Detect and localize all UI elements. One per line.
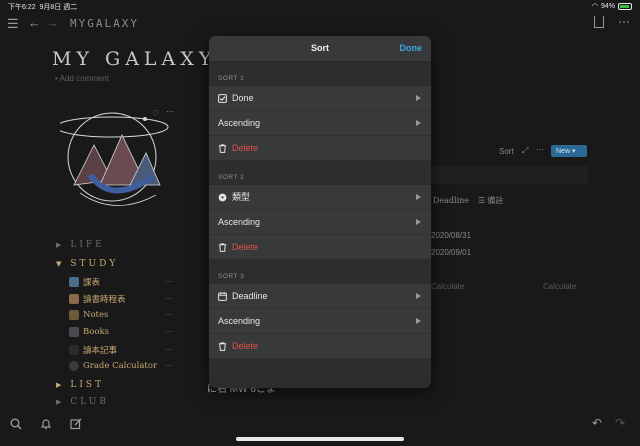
wifi-icon: ◠ xyxy=(591,3,598,10)
nav-item[interactable]: 讀書時程表 ⋯ xyxy=(69,293,174,305)
page-icon xyxy=(69,361,79,371)
sort-section-label: SORT 1 xyxy=(209,72,431,86)
bell-icon[interactable] xyxy=(40,418,52,430)
sort-section-label: SORT 2 xyxy=(209,171,431,185)
chevron-right-icon xyxy=(416,120,421,126)
sort-section-label: SORT 3 xyxy=(209,270,431,284)
undo-icon[interactable]: ↶ xyxy=(592,416,602,430)
chevron-right-icon xyxy=(416,318,421,324)
sort-property-row[interactable]: Deadline xyxy=(209,284,431,309)
sidebar-menu-icon[interactable]: ☰ xyxy=(7,17,19,31)
new-button[interactable]: New ▾ xyxy=(551,145,587,157)
chevron-right-icon: ▶ xyxy=(56,381,65,389)
sort-order-row[interactable]: Ascending xyxy=(209,111,431,136)
calculate-cell[interactable]: Calculate xyxy=(543,282,576,291)
status-time: 下午6:22 xyxy=(8,4,36,11)
sort-property-row[interactable]: Done xyxy=(209,86,431,111)
page-icon xyxy=(69,277,79,287)
heart-icon[interactable]: ♡ xyxy=(152,109,159,118)
select-icon xyxy=(218,193,227,201)
checkbox-icon xyxy=(218,93,227,103)
more-options-icon[interactable]: ⋯ xyxy=(166,107,174,116)
sort-sheet: Sort Done SORT 1 Done Ascending Delete S… xyxy=(209,36,431,388)
nav-item[interactable]: Grade Calculator ⋯ xyxy=(69,361,174,371)
column-notes: 備註 xyxy=(487,196,504,205)
page-icon xyxy=(69,294,79,304)
status-date: 9月8日 週二 xyxy=(39,4,78,11)
battery-icon xyxy=(618,2,632,10)
sheet-header: Sort Done xyxy=(209,36,431,62)
list-icon: ☰ xyxy=(478,196,486,205)
trash-icon xyxy=(218,341,227,351)
delete-sort-button[interactable]: Delete xyxy=(209,334,431,359)
page-title: MY GALAXY xyxy=(52,48,217,70)
nav-list[interactable]: LIST xyxy=(70,380,104,390)
sort-property-row[interactable]: 類型 xyxy=(209,185,431,210)
trash-icon xyxy=(218,242,227,252)
nav-item[interactable]: 課表 ⋯ xyxy=(69,276,174,288)
sort-link[interactable]: Sort xyxy=(499,147,514,156)
nav-item[interactable]: 讀本記事 ⋯ xyxy=(69,344,174,356)
column-deadline[interactable]: Deadline xyxy=(433,196,469,205)
nav-item[interactable]: Notes ⋯ xyxy=(69,310,174,320)
db-header-bg xyxy=(431,166,588,184)
nav-study[interactable]: STUDY xyxy=(70,259,118,269)
galaxy-illustration xyxy=(60,112,169,206)
sort-order-row[interactable]: Ascending xyxy=(209,309,431,334)
compose-icon[interactable] xyxy=(70,418,82,430)
trash-icon xyxy=(218,143,227,153)
calendar-icon xyxy=(218,291,227,301)
nav-life[interactable]: LIFE xyxy=(70,240,104,250)
nav-club[interactable]: CLUB xyxy=(70,397,109,407)
nav-item[interactable]: Books ⋯ xyxy=(69,327,174,337)
share-icon[interactable] xyxy=(594,16,604,28)
redo-icon[interactable]: ↷ xyxy=(615,416,625,430)
sheet-title: Sort xyxy=(311,43,329,53)
page-icon xyxy=(69,345,79,355)
add-comment-link[interactable]: Add comment xyxy=(60,74,109,83)
status-bar: 下午6:22 9月8日 週二 ◠ 94% xyxy=(0,0,640,12)
date-cell[interactable]: 2020/08/31 xyxy=(431,231,471,240)
chevron-right-icon xyxy=(416,293,421,299)
expand-icon[interactable]: ⤢ xyxy=(522,146,528,156)
search-icon[interactable] xyxy=(10,418,22,430)
chevron-down-icon: ▼ xyxy=(56,260,65,268)
comment-icon: ▪ xyxy=(55,74,58,83)
sort-order-row[interactable]: Ascending xyxy=(209,210,431,235)
chevron-right-icon: ▶ xyxy=(56,398,65,406)
page-icon xyxy=(69,327,79,337)
chevron-right-icon xyxy=(416,194,421,200)
chevron-right-icon xyxy=(416,95,421,101)
calculate-cell[interactable]: Calculate xyxy=(431,282,464,291)
home-indicator[interactable] xyxy=(236,437,404,441)
forward-arrow-icon[interactable]: → xyxy=(46,16,59,30)
breadcrumb[interactable]: MYGALAXY xyxy=(70,17,139,30)
chevron-right-icon: ▶ xyxy=(56,241,65,249)
done-button[interactable]: Done xyxy=(400,43,423,53)
delete-sort-button[interactable]: Delete xyxy=(209,235,431,260)
delete-sort-button[interactable]: Delete xyxy=(209,136,431,161)
chevron-right-icon xyxy=(416,219,421,225)
more-icon[interactable]: ⋯ xyxy=(618,15,630,29)
page-icon xyxy=(69,310,79,320)
back-arrow-icon[interactable]: ← xyxy=(28,16,41,30)
db-more-icon[interactable]: ⋯ xyxy=(536,145,544,154)
battery-percent: 94% xyxy=(600,2,615,10)
date-cell[interactable]: 2020/09/01 xyxy=(431,248,471,257)
